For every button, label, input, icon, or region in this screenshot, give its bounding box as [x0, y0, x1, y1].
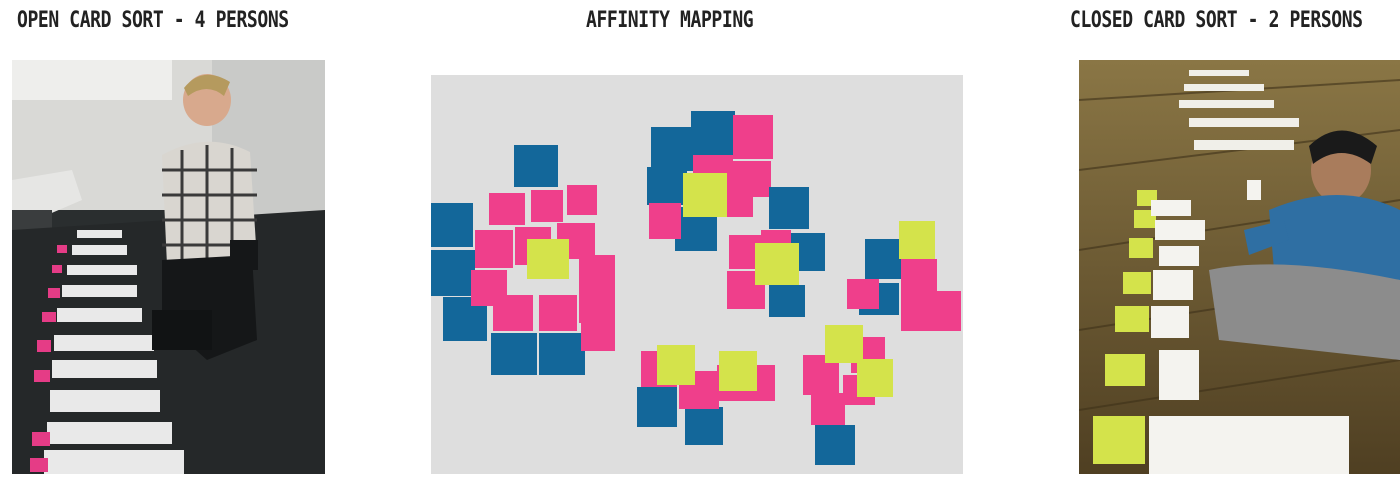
- open-card-sort-photo: [12, 60, 325, 474]
- open-card-sort-caption: OPEN CARD SORT - 4 PERSONS: [17, 8, 289, 33]
- affinity-mapping-photo: [431, 75, 963, 474]
- closed-card-sort-photo: [1079, 60, 1400, 474]
- affinity-mapping-caption: AFFINITY MAPPING: [586, 8, 754, 33]
- closed-card-sort-caption: CLOSED CARD SORT - 2 PERSONS: [1070, 8, 1363, 33]
